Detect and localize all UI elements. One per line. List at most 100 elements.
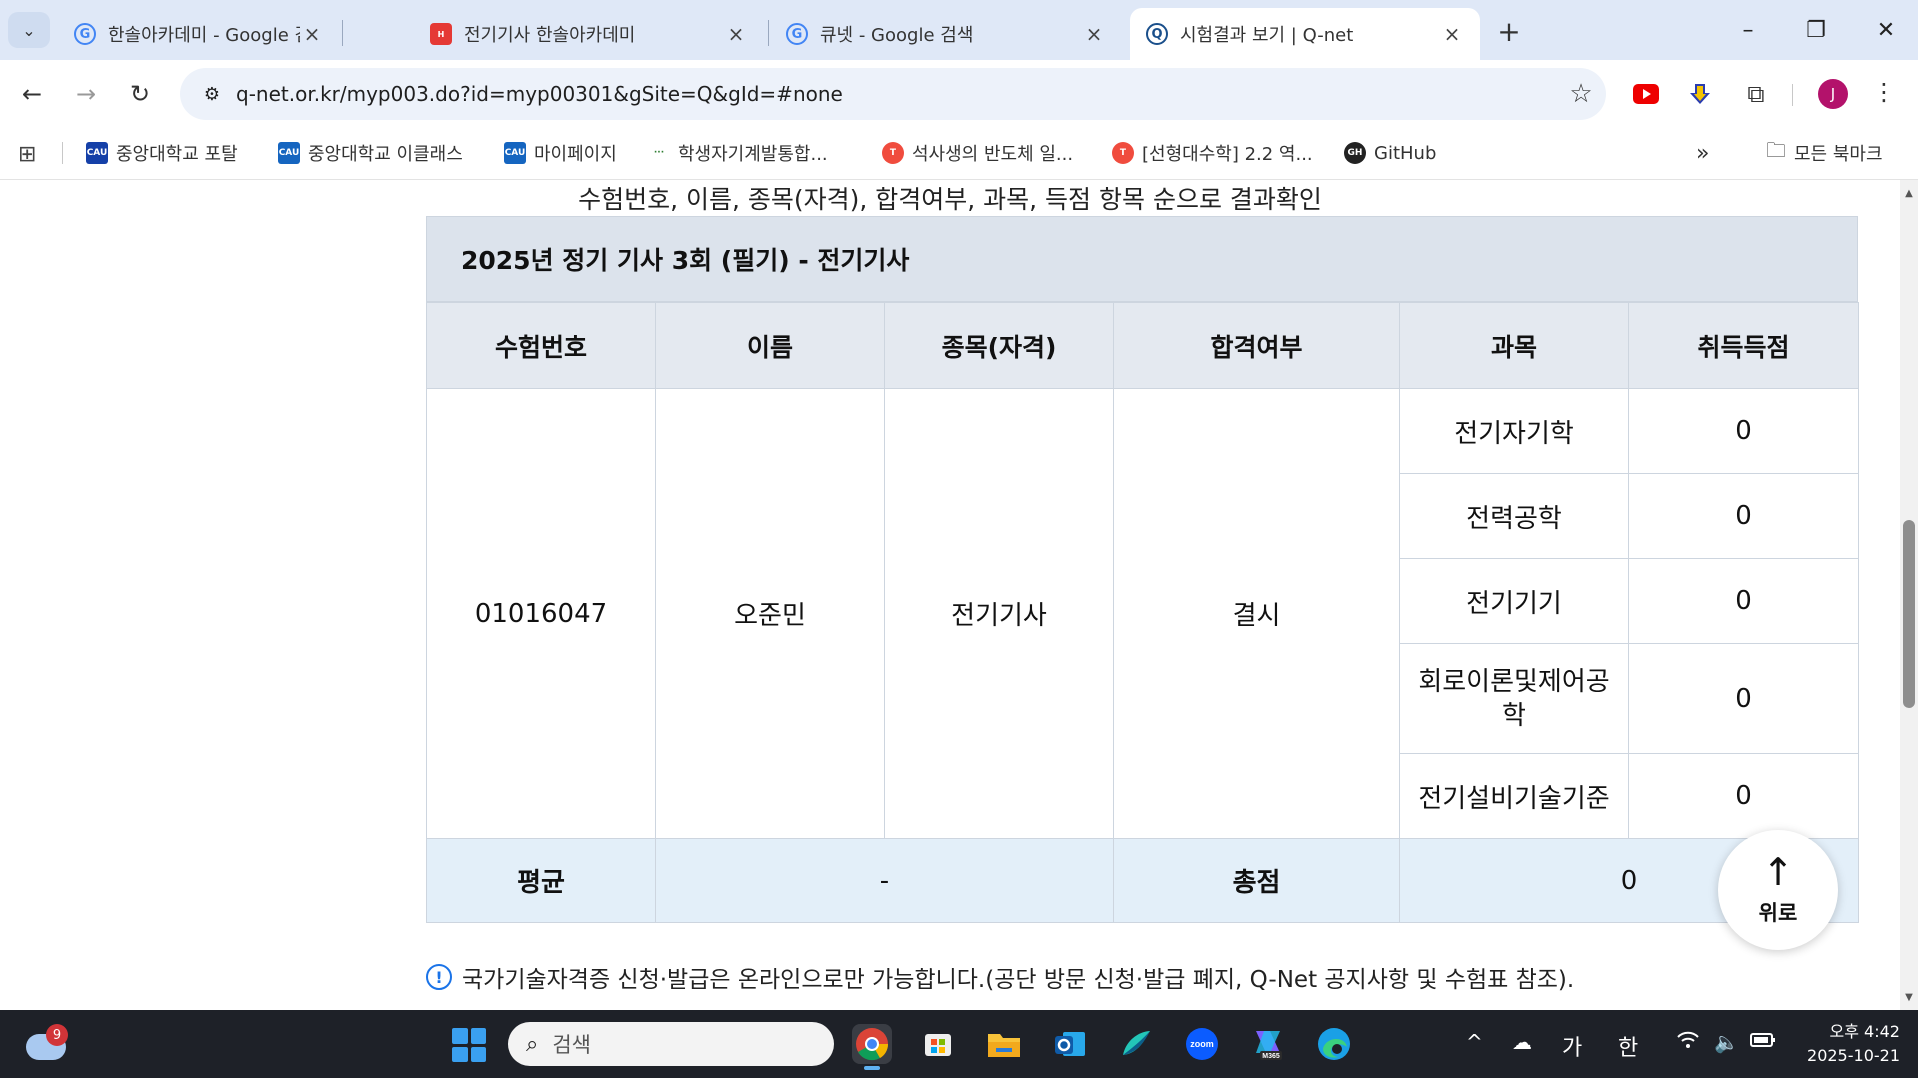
download-extension-icon[interactable]	[1684, 78, 1716, 110]
taskbar-outlook[interactable]	[1050, 1024, 1090, 1064]
cau-icon: CAU	[278, 142, 300, 164]
qnet-icon: Q	[1146, 23, 1168, 45]
tistory-icon: T	[882, 142, 904, 164]
page-scrollbar[interactable]: ▲ ▼	[1900, 180, 1918, 1010]
taskbar-search[interactable]: ⌕ 검색	[508, 1022, 834, 1066]
taskbar-zoom[interactable]: zoom	[1182, 1024, 1222, 1064]
subject-cell: 회로이론및제어공학	[1399, 643, 1629, 754]
address-bar[interactable]: ⚙ q-net.or.kr/myp003.do?id=myp00301&gSit…	[180, 68, 1606, 120]
pass-status-cell: 결시	[1113, 388, 1400, 839]
average-value: -	[655, 838, 1114, 923]
bookmark-label: 마이페이지	[534, 144, 617, 165]
back-arrow-icon: ←	[21, 80, 43, 108]
page-content: 수험번호, 이름, 종목(자격), 합격여부, 과목, 득점 항목 순으로 결과…	[0, 180, 1900, 1010]
bookmark-label: 중앙대학교 포탈	[116, 144, 238, 165]
bookmark-cau-portal[interactable]: CAU 중앙대학교 포탈	[86, 138, 238, 168]
taskbar-search-placeholder: 검색	[552, 1033, 591, 1057]
browser-toolbar: ← → ↻ ⚙ q-net.or.kr/myp003.do?id=myp0030…	[0, 60, 1918, 126]
start-button[interactable]	[452, 1028, 486, 1062]
column-header: 이름	[655, 302, 885, 389]
scroll-up-arrow-icon[interactable]: ▲	[1900, 184, 1918, 202]
ime-mode-indicator[interactable]: 가	[1562, 1030, 1582, 1062]
table-row: 01016047 오준민 전기기사 결시 전기자기학 0	[426, 388, 1859, 839]
taskbar-chrome[interactable]	[852, 1024, 892, 1070]
scroll-down-arrow-icon[interactable]: ▼	[1900, 988, 1918, 1006]
cau-icon: CAU	[86, 142, 108, 164]
table-footer-row: 평균 - 총점 0	[426, 838, 1859, 923]
menu-dots-icon[interactable]: ⋮	[1872, 78, 1896, 106]
new-tab-button[interactable]: +	[1492, 14, 1526, 48]
taskbar-edge[interactable]	[1314, 1024, 1354, 1064]
folder-icon	[988, 1034, 1020, 1057]
close-icon[interactable]: ×	[1082, 22, 1106, 46]
plus-icon: +	[1497, 14, 1521, 48]
scroll-to-top-button[interactable]: ↑ 위로	[1718, 830, 1838, 950]
bookmark-semiconductor-blog[interactable]: T 석사생의 반도체 일...	[882, 138, 1073, 168]
ime-language-indicator[interactable]: 한	[1618, 1030, 1638, 1062]
all-bookmarks-button[interactable]: 🗀 모든 북마크	[1766, 138, 1883, 168]
bookmark-linear-algebra[interactable]: T [선형대수학] 2.2 역...	[1112, 138, 1313, 168]
subject-cell: 전기기기	[1399, 558, 1629, 644]
tab-separator	[342, 20, 343, 46]
outlook-icon	[1055, 1032, 1085, 1056]
chevron-down-icon: ⌄	[22, 20, 36, 40]
tab-search-button[interactable]: ⌄	[8, 12, 50, 48]
exam-result-box: 2025년 정기 기사 3회 (필기) - 전기기사 수험번호 이름 종목(자격…	[426, 216, 1859, 923]
notice-message: 국가기술자격증 신청·발급은 온라인으로만 가능합니다.(공단 방문 신청·발급…	[462, 967, 1575, 993]
bookmark-cau-eclass[interactable]: CAU 중앙대학교 이클래스	[278, 138, 463, 168]
taskbar-file-explorer[interactable]	[984, 1024, 1024, 1064]
forward-button[interactable]: →	[68, 76, 104, 112]
tab-2[interactable]: H 전기기사 한솔아카데미 ×	[414, 8, 764, 60]
column-header: 취득득점	[1628, 302, 1859, 389]
tab-1[interactable]: G 한솔아카데미 - Google 검색 ×	[58, 8, 340, 60]
cloud-offline-icon[interactable]: ☁	[1512, 1030, 1532, 1054]
bookmark-mypage[interactable]: CAU 마이페이지	[504, 138, 617, 168]
weather-widget[interactable]: 9	[26, 1024, 68, 1064]
score-cell: 0	[1628, 643, 1859, 754]
restore-button[interactable]: ❐	[1794, 12, 1838, 48]
youtube-extension-icon[interactable]	[1630, 78, 1662, 110]
taskbar-store[interactable]	[918, 1024, 958, 1064]
bookmark-star-icon[interactable]: ☆	[1556, 79, 1606, 109]
restore-icon: ❐	[1806, 17, 1826, 43]
wifi-icon[interactable]	[1676, 1030, 1700, 1055]
tray-overflow-chevron-icon[interactable]: ^	[1466, 1030, 1483, 1054]
tab-3[interactable]: G 큐넷 - Google 검색 ×	[770, 8, 1122, 60]
close-icon[interactable]: ×	[300, 22, 324, 46]
close-window-button[interactable]: ✕	[1864, 12, 1908, 48]
extensions-puzzle-icon[interactable]: ⧉	[1740, 78, 1772, 110]
volume-icon[interactable]: 🔈	[1714, 1030, 1739, 1054]
taskbar-m365[interactable]: M365	[1248, 1024, 1288, 1064]
profile-avatar[interactable]: J	[1818, 79, 1848, 109]
bookmark-self-development[interactable]: ··· 학생자기계발통합...	[648, 138, 828, 168]
bookmark-label: 석사생의 반도체 일...	[912, 144, 1074, 165]
score-cell: 0	[1628, 473, 1859, 559]
url-text[interactable]: q-net.or.kr/myp003.do?id=myp00301&gSite=…	[236, 82, 1556, 106]
close-icon[interactable]: ×	[1440, 22, 1464, 46]
reload-button[interactable]: ↻	[122, 76, 158, 112]
bookmarks-bar: ⊞ CAU 중앙대학교 포탈 CAU 중앙대학교 이클래스 CAU 마이페이지 …	[0, 126, 1918, 180]
bookmark-label: 중앙대학교 이클래스	[308, 144, 463, 165]
folder-icon: 🗀	[1766, 138, 1786, 162]
system-clock[interactable]: 오후 4:42 2025-10-21	[1790, 1020, 1900, 1068]
swirl-app-icon	[1123, 1031, 1150, 1055]
apps-grid-icon[interactable]: ⊞	[18, 142, 36, 167]
site-info-icon[interactable]: ⚙	[188, 84, 236, 105]
bookmark-github[interactable]: GH GitHub	[1344, 138, 1436, 168]
battery-icon[interactable]	[1750, 1030, 1776, 1054]
notice-text: ! 국가기술자격증 신청·발급은 온라인으로만 가능합니다.(공단 방문 신청·…	[426, 960, 1574, 994]
score-cell: 0	[1628, 558, 1859, 644]
scrollbar-thumb[interactable]	[1903, 520, 1915, 708]
tab-4-active[interactable]: Q 시험결과 보기 | Q-net ×	[1130, 8, 1480, 60]
minimize-button[interactable]: –	[1726, 12, 1770, 48]
qualification-cell: 전기기사	[884, 388, 1114, 839]
average-label: 평균	[426, 838, 656, 923]
tistory-icon: T	[1112, 142, 1134, 164]
back-button[interactable]: ←	[14, 76, 50, 112]
active-app-indicator	[864, 1066, 880, 1070]
bookmarks-overflow-button[interactable]: »	[1696, 138, 1709, 168]
bookmark-label: 학생자기계발통합...	[678, 144, 828, 165]
tab-title: 시험결과 보기 | Q-net	[1180, 25, 1354, 46]
taskbar-app-swirl[interactable]	[1116, 1024, 1156, 1064]
close-icon[interactable]: ×	[724, 22, 748, 46]
